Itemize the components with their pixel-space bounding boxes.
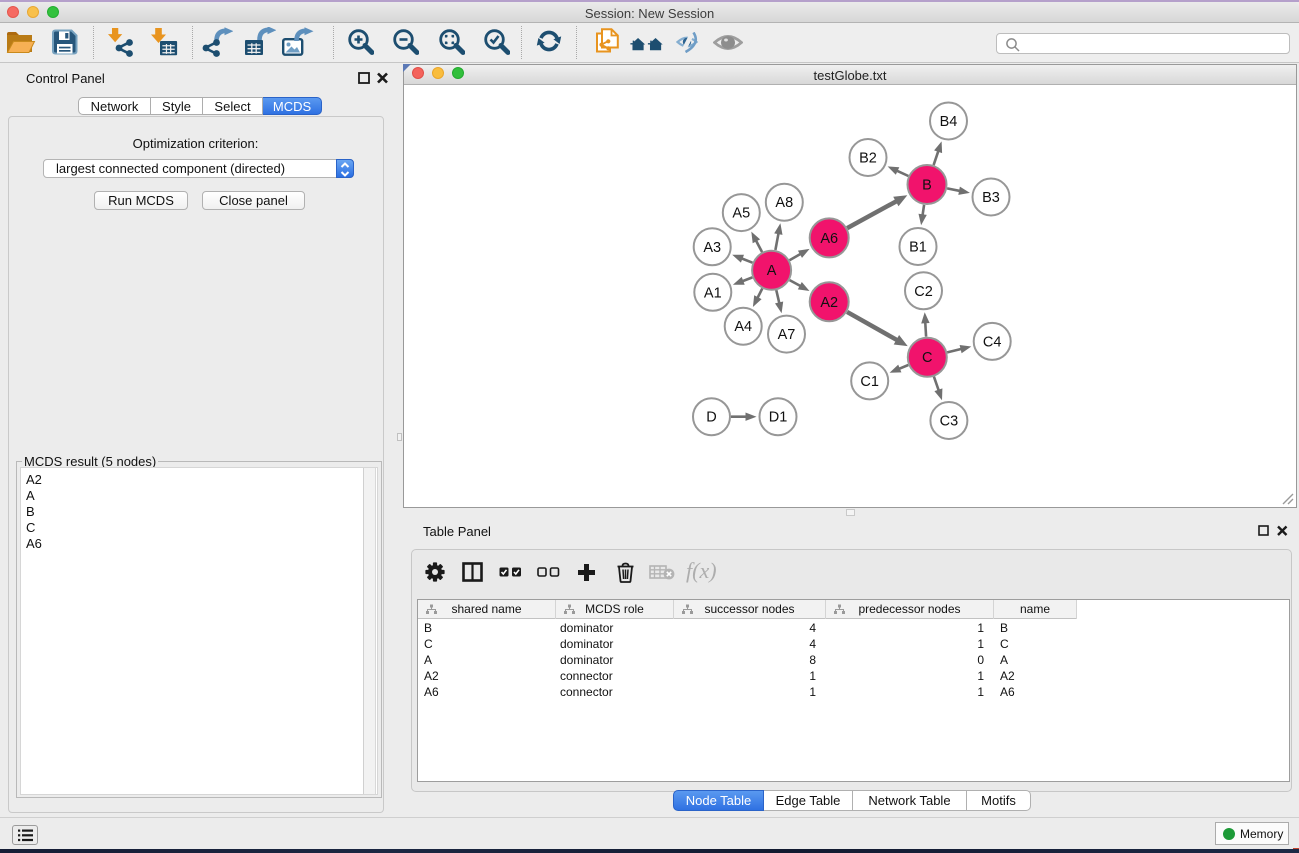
svg-text:D: D <box>706 410 716 426</box>
svg-text:B4: B4 <box>940 114 958 130</box>
svg-text:B1: B1 <box>909 240 927 256</box>
svg-text:C2: C2 <box>914 284 933 300</box>
svg-text:A1: A1 <box>704 285 722 301</box>
svg-text:B3: B3 <box>982 190 1000 206</box>
svg-text:C: C <box>922 350 932 366</box>
svg-text:A8: A8 <box>775 195 793 211</box>
svg-text:A5: A5 <box>732 206 750 222</box>
svg-text:C3: C3 <box>940 414 959 430</box>
svg-text:A7: A7 <box>778 327 796 343</box>
svg-text:B2: B2 <box>859 151 877 167</box>
svg-text:A2: A2 <box>820 295 838 311</box>
svg-text:A4: A4 <box>734 319 752 335</box>
svg-text:D1: D1 <box>769 410 788 426</box>
svg-text:A6: A6 <box>820 231 838 247</box>
svg-text:A: A <box>767 263 777 279</box>
svg-text:B: B <box>922 178 932 194</box>
svg-text:C1: C1 <box>860 374 879 390</box>
svg-text:A3: A3 <box>703 240 721 256</box>
svg-text:C4: C4 <box>983 334 1002 350</box>
